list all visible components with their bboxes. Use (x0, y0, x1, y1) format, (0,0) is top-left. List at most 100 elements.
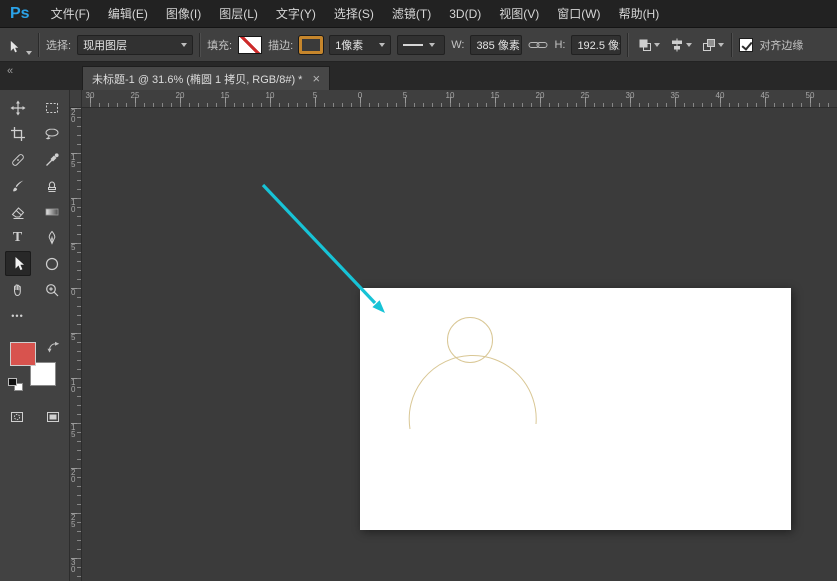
type-tool[interactable]: T (5, 225, 31, 250)
align-edges-checkbox[interactable] (739, 37, 754, 52)
pen-tool[interactable] (39, 225, 65, 250)
move-tool-icon (10, 100, 25, 115)
path-arrange-button[interactable] (699, 33, 725, 57)
divider (38, 32, 40, 57)
eraser-tool[interactable] (5, 199, 31, 224)
clone-stamp-tool[interactable] (39, 173, 65, 198)
menu-bar: Ps 文件(F) 编辑(E) 图像(I) 图层(L) 文字(Y) 选择(S) 滤… (0, 0, 837, 28)
ruler-label: 5 (71, 243, 76, 252)
divider (731, 32, 734, 57)
stroke-color-swatch[interactable] (299, 35, 324, 54)
divider (627, 32, 630, 57)
color-control (6, 340, 64, 392)
lasso-tool-icon (44, 127, 59, 139)
gradient-tool[interactable] (39, 199, 65, 224)
divider (199, 32, 202, 57)
ruler-label: 25 (130, 91, 140, 100)
eyedropper-tool[interactable] (39, 147, 65, 172)
ruler-label: 20 (535, 91, 545, 100)
rectangular-marquee-tool-icon (45, 102, 58, 113)
close-tab-icon[interactable]: × (312, 72, 320, 85)
photoshop-logo: Ps (10, 4, 30, 22)
move-tool[interactable] (5, 95, 31, 120)
shape-width-field[interactable]: 385 像素 (470, 34, 523, 55)
canvas-area[interactable] (82, 108, 837, 581)
width-label: W: (451, 38, 465, 51)
edit-toolbar-button[interactable]: ••• (5, 303, 31, 328)
path-operations-icon (639, 39, 651, 51)
align-edges-label: 对齐边缘 (759, 39, 804, 52)
menu-item-view[interactable]: 视图(V) (490, 0, 548, 27)
menu-item-3d[interactable]: 3D(D) (440, 0, 490, 27)
fill-color-swatch[interactable] (238, 35, 263, 54)
hand-tool[interactable] (5, 277, 31, 302)
path-selection-tool[interactable] (4, 251, 31, 276)
menu-item-layer[interactable]: 图层(L) (210, 0, 267, 27)
height-label: H: (554, 38, 566, 51)
path-alignment-button[interactable] (667, 33, 693, 57)
rectangular-marquee-tool[interactable] (39, 95, 65, 120)
path-operations-button[interactable] (635, 33, 661, 57)
default-colors-icon[interactable] (7, 378, 24, 392)
document-canvas[interactable] (360, 288, 791, 530)
zoom-tool-icon (45, 283, 58, 296)
collapse-toolbar-chevrons-icon[interactable]: « (7, 65, 13, 77)
stroke-width-value: 1像素 (335, 39, 364, 52)
menu-item-type[interactable]: 文字(Y) (267, 0, 325, 27)
document-tab[interactable]: 未标题-1 @ 31.6% (椭圆 1 拷贝, RGB/8#) * × (82, 66, 331, 90)
menu-item-image[interactable]: 图像(I) (157, 0, 210, 27)
ellipse-tool[interactable] (39, 251, 65, 276)
menu-item-filter[interactable]: 滤镜(T) (383, 0, 440, 27)
ruler-label: 35 (670, 91, 680, 100)
swap-colors-icon[interactable] (47, 340, 61, 358)
screen-mode-button[interactable] (40, 404, 66, 429)
shape-height-field[interactable]: 192.5 像素 (571, 34, 622, 55)
stroke-style-dropdown[interactable] (397, 34, 446, 55)
ellipse-tool-icon (45, 257, 58, 270)
menu-item-help[interactable]: 帮助(H) (610, 0, 669, 27)
crop-tool[interactable] (5, 121, 31, 146)
ruler-label: 15 (220, 91, 230, 100)
quick-mask-mode-button[interactable] (4, 404, 30, 429)
tools-panel: T ••• (0, 90, 70, 581)
horizontal-ruler[interactable]: 30 25 20 15 10 5 0 5 10 15 20 25 30 35 4… (82, 90, 837, 108)
ruler-label: 0 (357, 91, 363, 100)
spot-healing-brush-tool-icon (11, 153, 24, 166)
tab-bar: « 未标题-1 @ 31.6% (椭圆 1 拷贝, RGB/8#) * × (0, 62, 837, 90)
menu-item-file[interactable]: 文件(F) (42, 0, 99, 27)
fill-label: 填充: (207, 39, 233, 52)
ruler-label: 30 (71, 558, 76, 574)
ruler-corner[interactable] (70, 90, 82, 108)
menu-item-window[interactable]: 窗口(W) (548, 0, 609, 27)
eyedropper-tool-icon (45, 152, 59, 166)
link-wh-icon[interactable] (528, 39, 548, 51)
hand-tool-icon (13, 283, 21, 296)
stroke-width-dropdown[interactable]: 1像素 (329, 34, 392, 55)
ruler-label: 50 (805, 91, 815, 100)
ruler-label: 25 (580, 91, 590, 100)
zoom-tool[interactable] (39, 277, 65, 302)
clone-stamp-tool-icon (47, 180, 56, 192)
select-mode-dropdown[interactable]: 现用图层 (77, 34, 194, 55)
ruler-label: 10 (71, 378, 76, 394)
lasso-tool[interactable] (39, 121, 65, 146)
foreground-color-swatch[interactable] (9, 342, 36, 366)
path-alignment-icon (671, 38, 682, 51)
ruler-label: 10 (265, 91, 275, 100)
ruler-label: 25 (71, 513, 76, 529)
ruler-label: 20 (175, 91, 185, 100)
stroke-label: 描边: (268, 39, 294, 52)
menu-item-edit[interactable]: 编辑(E) (99, 0, 157, 27)
shape-height-value: 192.5 像素 (577, 39, 620, 52)
toolbar-bottom (0, 404, 69, 429)
brush-tool[interactable] (5, 173, 31, 198)
tools-grid: T ••• (0, 90, 69, 328)
workspace: T ••• 30 25 20 15 10 5 0 5 10 15 20 25 3… (0, 90, 837, 581)
vertical-ruler[interactable]: 20 15 10 5 0 5 10 15 20 25 30 (70, 108, 82, 581)
spot-healing-brush-tool[interactable] (5, 147, 31, 172)
line-style-icon (403, 43, 424, 46)
tool-preset-picker[interactable] (6, 33, 32, 57)
menu-item-select[interactable]: 选择(S) (325, 0, 383, 27)
chevron-down-icon (429, 42, 436, 47)
